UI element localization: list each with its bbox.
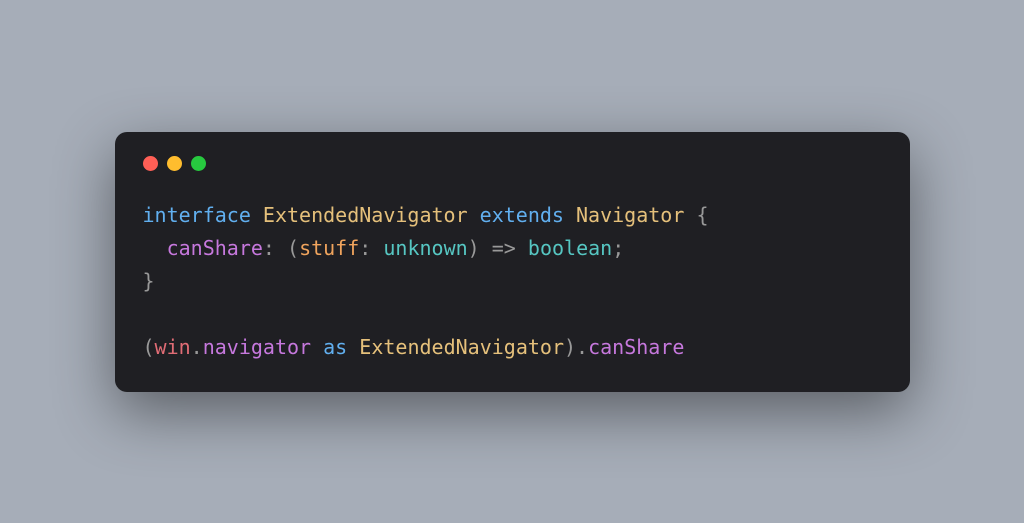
arrow: => (492, 236, 516, 260)
keyword-interface: interface (143, 203, 251, 227)
code-block: interface ExtendedNavigator extends Navi… (143, 199, 882, 364)
type-boolean: boolean (528, 236, 612, 260)
property-canshare-2: canShare (588, 335, 684, 359)
brace-open: { (696, 203, 708, 227)
traffic-lights (143, 156, 882, 171)
property-navigator: navigator (203, 335, 311, 359)
var-win: win (155, 335, 191, 359)
type-extendednavigator-2: ExtendedNavigator (359, 335, 564, 359)
code-window: interface ExtendedNavigator extends Navi… (115, 132, 910, 392)
type-extendednavigator: ExtendedNavigator (263, 203, 468, 227)
keyword-extends: extends (480, 203, 564, 227)
keyword-as: as (323, 335, 347, 359)
type-navigator: Navigator (576, 203, 684, 227)
param-stuff: stuff (299, 236, 359, 260)
property-canshare: canShare (167, 236, 263, 260)
type-unknown: unknown (383, 236, 467, 260)
brace-close: } (143, 269, 155, 293)
maximize-icon[interactable] (191, 156, 206, 171)
close-icon[interactable] (143, 156, 158, 171)
minimize-icon[interactable] (167, 156, 182, 171)
